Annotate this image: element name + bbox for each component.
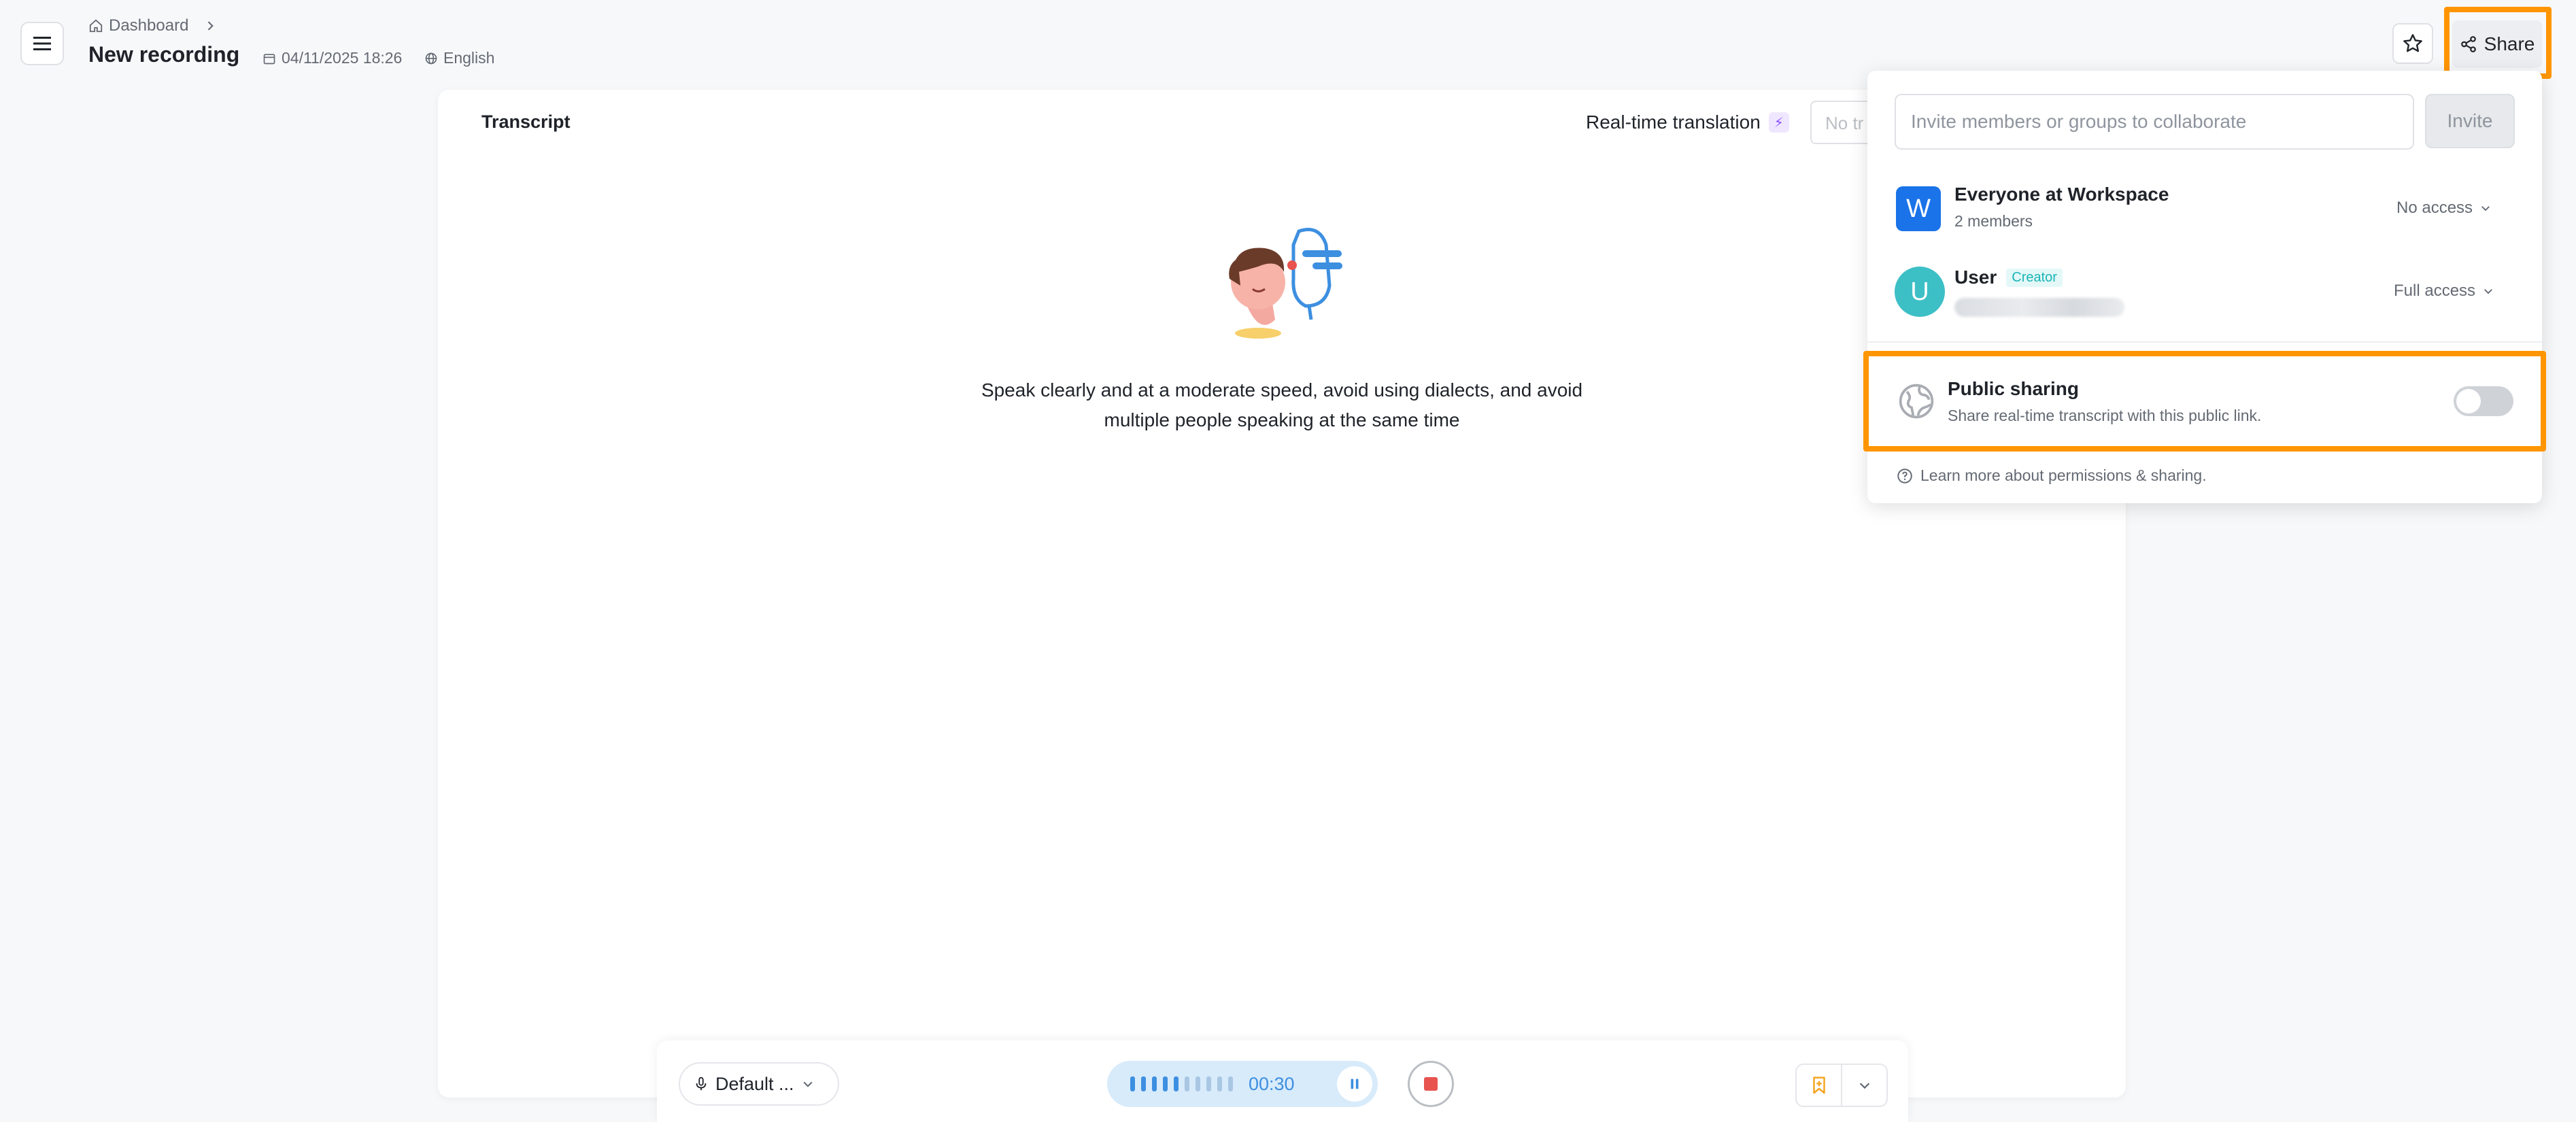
- microphone-select[interactable]: Default ...: [679, 1062, 839, 1106]
- hamburger-icon: [33, 37, 51, 50]
- menu-button[interactable]: [20, 22, 64, 65]
- bookmark-add-icon: [1812, 1076, 1825, 1094]
- star-icon: [2403, 34, 2422, 52]
- recording-language[interactable]: English: [424, 49, 494, 67]
- bookmark-button[interactable]: [1797, 1065, 1842, 1106]
- help-icon: [1897, 468, 1912, 483]
- level-bar: [1196, 1076, 1200, 1091]
- member-workspace: Everyone at Workspace 2 members: [1954, 184, 2169, 231]
- chevron-right-icon: [208, 21, 214, 31]
- level-bar: [1217, 1076, 1222, 1091]
- page-title: New recording: [88, 42, 240, 67]
- invite-button[interactable]: Invite: [2425, 94, 2515, 148]
- level-bar: [1228, 1076, 1233, 1091]
- creator-badge: Creator: [2006, 268, 2063, 287]
- panel-divider: [1867, 341, 2542, 343]
- learn-more-link[interactable]: Learn more about permissions & sharing.: [1896, 466, 2207, 485]
- transcript-title: Transcript: [481, 112, 571, 132]
- chevron-down-icon: [802, 1081, 813, 1087]
- public-sharing-highlight: [1863, 351, 2546, 452]
- pause-button[interactable]: [1337, 1066, 1372, 1102]
- level-bar: [1130, 1076, 1135, 1091]
- breadcrumb: Dashboard: [88, 14, 217, 38]
- member-count: 2 members: [1954, 212, 2033, 230]
- chevron-down-icon: [1859, 1083, 1869, 1089]
- favorite-button[interactable]: [2392, 23, 2433, 64]
- ai-sparkle-icon: ⚡: [1768, 112, 1789, 133]
- chevron-down-icon: [2481, 206, 2490, 211]
- level-bar: [1152, 1076, 1157, 1091]
- level-bar: [1185, 1076, 1189, 1091]
- stop-icon: [1424, 1077, 1438, 1091]
- avatar: U: [1895, 267, 1945, 317]
- bookmark-group: [1795, 1064, 1888, 1107]
- invite-input[interactable]: [1895, 94, 2414, 150]
- workspace-access-select[interactable]: No access: [2396, 199, 2492, 218]
- avatar: W: [1896, 186, 1941, 231]
- breadcrumb-dashboard-link[interactable]: Dashboard: [109, 16, 188, 35]
- microphone-icon: [696, 1076, 707, 1091]
- pause-icon: [1351, 1078, 1359, 1089]
- member-user: User Creator: [1954, 267, 2124, 317]
- recording-hint: Speak clearly and at a moderate speed, a…: [981, 379, 1583, 430]
- globe-icon: [425, 52, 437, 64]
- redacted-email: [1954, 298, 2124, 317]
- realtime-translation-label: Real-time translation ⚡: [1586, 112, 1789, 133]
- recording-status: 00:30: [1107, 1061, 1378, 1107]
- level-bar: [1141, 1076, 1146, 1091]
- level-bar: [1163, 1076, 1168, 1091]
- calendar-icon: [263, 53, 275, 64]
- audio-level-meter: [1130, 1076, 1239, 1091]
- share-button-highlight: [2444, 7, 2552, 79]
- member-name: Everyone at Workspace: [1954, 184, 2169, 205]
- member-name: User Creator: [1954, 267, 2124, 288]
- speaking-person-illustration: [1229, 228, 1342, 339]
- level-bar: [1174, 1076, 1179, 1091]
- home-icon: [89, 19, 103, 33]
- chevron-down-icon: [2484, 289, 2492, 294]
- recording-date: 04/11/2025 18:26: [262, 49, 402, 67]
- level-bar: [1206, 1076, 1211, 1091]
- more-options-button[interactable]: [1842, 1065, 1886, 1106]
- user-access-select[interactable]: Full access: [2394, 282, 2494, 301]
- stop-button[interactable]: [1408, 1061, 1454, 1107]
- recording-timer: 00:30: [1249, 1073, 1295, 1094]
